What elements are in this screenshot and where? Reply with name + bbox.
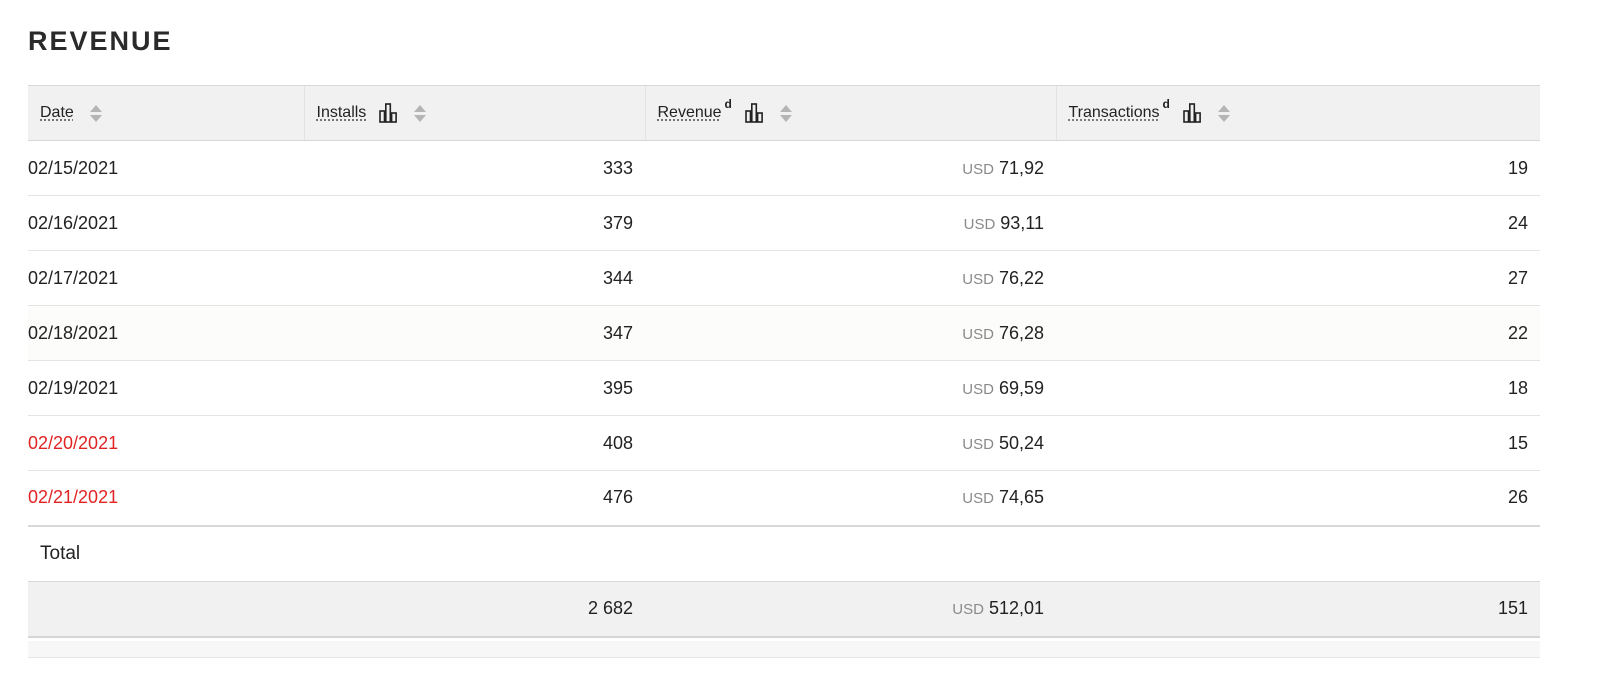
column-header-label[interactable]: Date bbox=[40, 104, 74, 122]
date-cell: 02/15/2021 bbox=[28, 157, 119, 178]
column-superscript: d bbox=[1162, 97, 1170, 111]
sort-icon[interactable] bbox=[1217, 104, 1230, 122]
transactions-cell: 26 bbox=[1507, 487, 1528, 508]
sort-descending-icon[interactable] bbox=[1217, 114, 1230, 122]
revenue-value: 74,65 bbox=[998, 487, 1044, 508]
page-title: REVENUE bbox=[28, 26, 173, 56]
date-cell: 02/20/2021 bbox=[28, 432, 119, 453]
total-label: Total bbox=[40, 542, 81, 564]
installs-cell: 344 bbox=[602, 267, 633, 288]
total-transactions-cell: 151 bbox=[1497, 598, 1528, 619]
column-header-content: Installs bbox=[317, 86, 633, 140]
date-cell: 02/21/2021 bbox=[28, 487, 119, 508]
currency-label: USD bbox=[963, 215, 996, 233]
total-revenue-cell: USD 512,01 bbox=[645, 582, 1056, 637]
table-row: 02/21/2021 476 USD 74,65 26 bbox=[28, 471, 1540, 526]
installs-cell: 379 bbox=[602, 212, 633, 233]
total-label-row: Total bbox=[28, 525, 1540, 582]
date-cell: 02/16/2021 bbox=[28, 212, 119, 233]
table-row: 02/20/2021 408 USD 50,24 15 bbox=[28, 416, 1540, 471]
revenue-value: 76,28 bbox=[998, 322, 1044, 343]
sort-icon[interactable] bbox=[414, 104, 427, 122]
column-header-label[interactable]: Revenue bbox=[658, 104, 722, 122]
total-revenue-value: 512,01 bbox=[988, 598, 1044, 619]
installs-cell: 347 bbox=[602, 322, 633, 343]
currency-label: USD bbox=[962, 325, 994, 343]
total-empty-cell bbox=[28, 582, 304, 637]
installs-cell: 476 bbox=[602, 487, 633, 508]
installs-cell: 408 bbox=[602, 432, 633, 453]
revenue-table: Date Installs Revenue d Transactions d 02/15/… bbox=[28, 85, 1540, 638]
date-cell: 02/18/2021 bbox=[28, 322, 119, 343]
revenue-cell: USD 71,92 bbox=[645, 141, 1056, 196]
table-body: 02/15/2021 333 USD 71,92 19 02/16/2021 379 USD 9… bbox=[28, 141, 1540, 637]
revenue-value: 69,59 bbox=[998, 377, 1044, 398]
total-row: 2 682 USD 512,01 151 bbox=[28, 581, 1540, 637]
revenue-value: 71,92 bbox=[998, 157, 1044, 178]
column-header-label[interactable]: Transactions bbox=[1069, 104, 1160, 122]
sort-ascending-icon[interactable] bbox=[89, 104, 102, 112]
table-footer bbox=[28, 640, 1540, 658]
currency-label: USD bbox=[962, 160, 994, 178]
transactions-cell: 24 bbox=[1507, 212, 1528, 233]
revenue-value: 50,24 bbox=[998, 432, 1044, 453]
revenue-value: 93,11 bbox=[1000, 212, 1044, 233]
revenue-cell: USD 93,11 bbox=[645, 196, 1056, 251]
revenue-cell: USD 76,22 bbox=[645, 251, 1056, 306]
currency-label: USD bbox=[952, 601, 984, 619]
installs-cell: 395 bbox=[602, 377, 633, 398]
column-header-content: Revenue d bbox=[658, 86, 1044, 140]
sort-descending-icon[interactable] bbox=[89, 114, 102, 122]
bar-chart-icon[interactable] bbox=[1182, 103, 1202, 123]
sort-icon[interactable] bbox=[89, 104, 102, 122]
currency-label: USD bbox=[962, 435, 994, 453]
transactions-cell: 19 bbox=[1507, 157, 1528, 178]
revenue-cell: USD 76,28 bbox=[645, 306, 1056, 361]
bar-chart-icon[interactable] bbox=[744, 103, 764, 123]
sort-descending-icon[interactable] bbox=[779, 114, 792, 122]
table-row: 02/17/2021 344 USD 76,22 27 bbox=[28, 251, 1540, 306]
bar-chart-icon[interactable] bbox=[378, 103, 398, 123]
date-cell: 02/19/2021 bbox=[28, 377, 119, 398]
table-row: 02/16/2021 379 USD 93,11 24 bbox=[28, 196, 1540, 251]
column-header-transactions[interactable]: Transactions d bbox=[1055, 85, 1540, 141]
column-header-content: Transactions d bbox=[1069, 86, 1529, 140]
table-header: Date Installs Revenue d Transactions d bbox=[28, 85, 1540, 141]
column-header-revenue[interactable]: Revenue d bbox=[644, 85, 1056, 141]
column-superscript: d bbox=[724, 97, 732, 111]
sort-ascending-icon[interactable] bbox=[414, 104, 427, 112]
currency-label: USD bbox=[962, 490, 994, 508]
sort-ascending-icon[interactable] bbox=[779, 104, 792, 112]
transactions-cell: 22 bbox=[1507, 322, 1528, 343]
revenue-value: 76,22 bbox=[998, 267, 1044, 288]
transactions-cell: 27 bbox=[1507, 267, 1528, 288]
sort-icon[interactable] bbox=[779, 104, 792, 122]
transactions-cell: 15 bbox=[1507, 432, 1528, 453]
sort-ascending-icon[interactable] bbox=[1217, 104, 1230, 112]
total-installs-cell: 2 682 bbox=[587, 598, 633, 619]
currency-label: USD bbox=[962, 380, 994, 398]
currency-label: USD bbox=[962, 270, 994, 288]
table-row: 02/15/2021 333 USD 71,92 19 bbox=[28, 141, 1540, 196]
revenue-table-container: Date Installs Revenue d Transactions d 02/15/… bbox=[28, 85, 1540, 658]
revenue-cell: USD 69,59 bbox=[645, 361, 1056, 416]
column-header-installs[interactable]: Installs bbox=[303, 85, 645, 141]
table-row: 02/18/2021 347 USD 76,28 22 bbox=[28, 305, 1540, 361]
installs-cell: 333 bbox=[602, 157, 633, 178]
table-row: 02/19/2021 395 USD 69,59 18 bbox=[28, 361, 1540, 416]
revenue-cell: USD 74,65 bbox=[645, 471, 1056, 526]
column-header-label[interactable]: Installs bbox=[317, 104, 367, 122]
revenue-cell: USD 50,24 bbox=[645, 416, 1056, 471]
column-header-date[interactable]: Date bbox=[28, 85, 304, 141]
transactions-cell: 18 bbox=[1507, 377, 1528, 398]
date-cell: 02/17/2021 bbox=[28, 267, 119, 288]
table-header-row: Date Installs Revenue d Transactions d bbox=[28, 85, 1540, 141]
sort-descending-icon[interactable] bbox=[414, 114, 427, 122]
column-header-content: Date bbox=[40, 86, 292, 140]
